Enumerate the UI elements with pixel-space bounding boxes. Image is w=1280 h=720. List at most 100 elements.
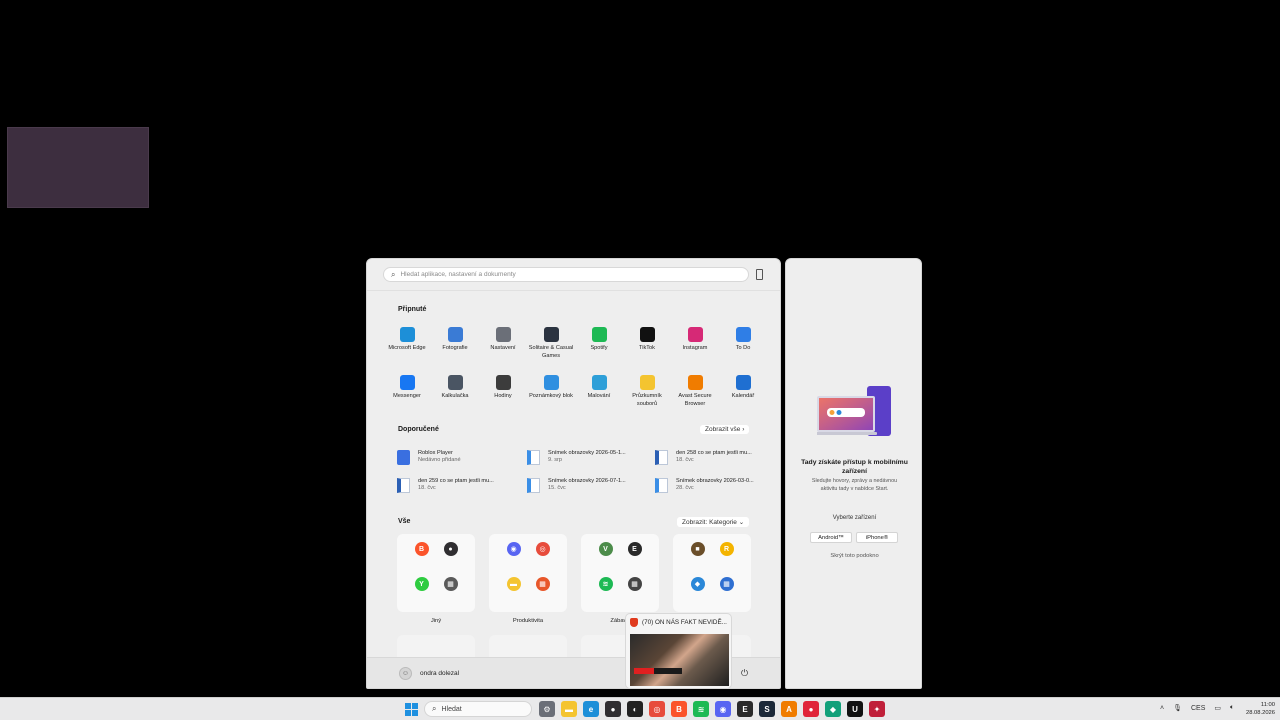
pinned-app-label: Instagram <box>682 345 708 351</box>
category-folder[interactable]: ■ R ◆ ▦ <box>673 534 751 612</box>
app-pink-icon[interactable]: ✦ <box>869 701 885 717</box>
pinned-app-label: To Do <box>735 345 751 351</box>
word-file-icon <box>397 477 410 493</box>
pinned-app[interactable]: Fotografie <box>431 327 479 365</box>
pinned-app[interactable]: Poznámkový blok <box>527 375 575 413</box>
settings-icon[interactable]: ⚙ <box>539 701 555 717</box>
pinned-app[interactable]: Instagram <box>671 327 719 365</box>
start-search-input[interactable]: ⌕ Hledat aplikace, nastavení a dokumenty <box>383 267 749 282</box>
pinned-app-label: Solitaire & Casual Games <box>528 345 574 359</box>
pinned-app[interactable]: TikTok <box>623 327 671 365</box>
network-icon[interactable]: ▭ <box>1214 704 1221 712</box>
recommended-item[interactable]: Snímek obrazovky 2026-03-0... 28. čvc <box>655 476 767 494</box>
language-indicator[interactable]: CES <box>1191 705 1205 712</box>
recommended-title: Snímek obrazovky 2026-07-1... <box>548 477 626 484</box>
show-all-button[interactable]: Zobrazit vše › <box>700 425 750 434</box>
thumbnail-caption-accent <box>634 668 654 674</box>
recommended-item[interactable]: Snímek obrazovky 2026-07-1... 15. čvc <box>527 476 655 494</box>
spotify-icon: ≋ <box>598 577 613 591</box>
pinned-app-label: Hodiny <box>494 393 512 399</box>
chevron-up-icon[interactable]: ˄ <box>1160 705 1164 712</box>
clock-icon <box>495 375 511 390</box>
taskbar-search-label: Hledat <box>441 705 462 713</box>
view-by-dropdown[interactable]: Zobrazit: Kategorie ⌄ <box>677 517 750 527</box>
epic-games-icon[interactable]: E <box>737 701 753 717</box>
pinned-app[interactable]: Solitaire & Casual Games <box>527 327 575 365</box>
recommended-item[interactable]: den 259 co se ptam jestli mu... 18. čvc <box>397 476 527 494</box>
recommended-item[interactable]: Roblox Player Nedávno přidané <box>397 448 527 466</box>
cards-icon <box>543 327 559 342</box>
pinned-app[interactable]: Nastavení <box>479 327 527 365</box>
recommended-item[interactable]: den 258 co se ptam jestli mu... 18. čvc <box>655 448 767 466</box>
iphone-button[interactable]: iPhone® <box>856 532 898 543</box>
discord-icon: ◉ <box>506 542 521 556</box>
pinned-app[interactable]: Kalendář <box>719 375 767 413</box>
pinned-app-label: Microsoft Edge <box>388 345 426 351</box>
power-icon[interactable]: ⏻ <box>741 668 748 679</box>
unreal-icon[interactable]: U <box>847 701 863 717</box>
recommended-title: den 259 co se ptam jestli mu... <box>418 477 494 484</box>
app-dark-icon[interactable]: ◐ <box>627 701 643 717</box>
category-label: Produktivita <box>512 618 544 624</box>
image-file-icon <box>527 477 540 493</box>
phone-link-icon[interactable] <box>756 269 763 280</box>
avast-icon[interactable]: A <box>781 701 797 717</box>
category-folder[interactable]: B ● Y ▦ <box>397 534 475 612</box>
calculator-icon <box>447 375 463 390</box>
recommended-subtitle: 9. srp <box>548 457 562 463</box>
pinned-app[interactable]: Hodiny <box>479 375 527 413</box>
minimized-window-thumbnail[interactable] <box>7 127 149 208</box>
preview-title-row: (70) ON NÁS FAKT NEVIDĚ... <box>630 618 727 627</box>
category-folder[interactable]: V E ≋ ▦ <box>581 534 659 612</box>
edge-icon[interactable]: e <box>583 701 599 717</box>
discord-icon[interactable]: ◉ <box>715 701 731 717</box>
brave-icon[interactable]: B <box>671 701 687 717</box>
app-red-icon[interactable]: ● <box>803 701 819 717</box>
clock[interactable]: 11:00 28.08.2026 <box>1243 701 1275 717</box>
spotify-icon[interactable]: ≋ <box>693 701 709 717</box>
app-teal-icon[interactable]: ◆ <box>825 701 841 717</box>
image-file-icon <box>655 477 668 493</box>
chrome-icon[interactable]: ◎ <box>649 701 665 717</box>
gear-icon <box>495 327 511 342</box>
recommended-subtitle: 18. čvc <box>418 485 436 491</box>
taskbar-search[interactable]: ⌕ Hledat <box>424 701 532 717</box>
pinned-app[interactable]: To Do <box>719 327 767 365</box>
recommended-item[interactable]: Snímek obrazovky 2026-05-1... 9. srp <box>527 448 655 466</box>
pinned-app[interactable]: Malování <box>575 375 623 413</box>
steam-icon[interactable]: S <box>759 701 775 717</box>
username[interactable]: ondra dolezal <box>420 670 459 677</box>
recommended-subtitle: 28. čvc <box>676 485 694 491</box>
volume-icon[interactable]: 🔈︎ <box>1230 704 1234 712</box>
folder-icon <box>639 375 655 390</box>
app-blue-icon: ◆ <box>690 577 705 591</box>
file-explorer-icon[interactable]: ▬ <box>561 701 577 717</box>
search-icon: ⌕ <box>391 269 396 279</box>
pinned-app[interactable]: Microsoft Edge <box>383 327 431 365</box>
category-folder[interactable]: ◉ ◎ ▬ ▦ <box>489 534 567 612</box>
pinned-app[interactable]: Messenger <box>383 375 431 413</box>
hide-pane-link[interactable]: Skrýt toto podokno <box>796 553 913 559</box>
choose-device-label: Vyberte zařízení <box>832 515 877 521</box>
obs-icon[interactable]: ● <box>605 701 621 717</box>
calendar-icon <box>735 375 751 390</box>
video-thumbnail[interactable] <box>630 634 729 686</box>
recommended-title: Snímek obrazovky 2026-03-0... <box>676 477 754 484</box>
pinned-app[interactable]: Spotify <box>575 327 623 365</box>
pinned-app[interactable]: Kalkulačka <box>431 375 479 413</box>
tiktok-icon <box>639 327 655 342</box>
messenger-icon <box>399 375 415 390</box>
roblox-icon <box>397 449 410 465</box>
photos-icon <box>447 327 463 342</box>
microphone-icon[interactable]: 🎙︎ <box>1173 704 1182 712</box>
office-icon: ▦ <box>535 577 550 591</box>
user-avatar-icon[interactable]: ☺ <box>399 667 412 680</box>
windows-start-icon[interactable] <box>405 703 418 716</box>
recommended-title: Snímek obrazovky 2026-05-1... <box>548 449 626 456</box>
pinned-app[interactable]: Avast Secure Browser <box>671 375 719 413</box>
rockstar-icon: R <box>719 542 734 556</box>
notepad-icon <box>543 375 559 390</box>
pinned-app[interactable]: Průzkumník souborů <box>623 375 671 413</box>
taskbar-window-preview[interactable]: (70) ON NÁS FAKT NEVIDĚ... <box>625 613 732 689</box>
android-button[interactable]: Android™ <box>810 532 852 543</box>
